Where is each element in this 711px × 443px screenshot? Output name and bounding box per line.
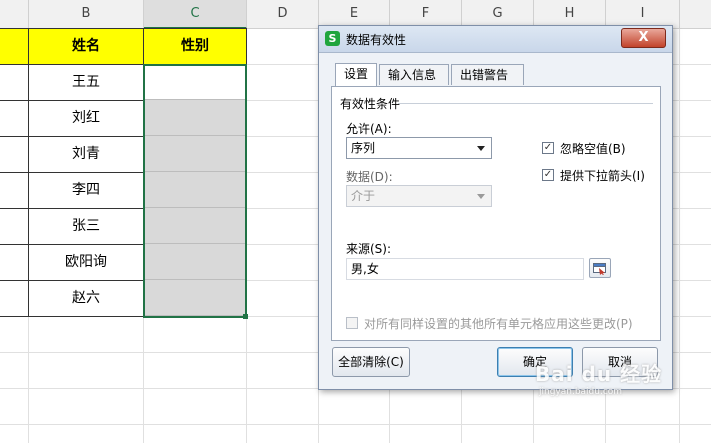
- tab-input-message[interactable]: 输入信息: [379, 64, 449, 85]
- cell-a-partial[interactable]: [0, 64, 29, 101]
- app-logo-icon: S: [325, 31, 340, 46]
- column-header-j-partial[interactable]: [680, 0, 711, 28]
- settings-panel: 有效性条件 允许(A): 序列 数据(D): 介于 ✓ 忽略空值(B) ✓ 提供…: [331, 86, 661, 341]
- watermark-url: jingyan.baidu.com: [539, 387, 623, 397]
- source-label: 来源(S):: [346, 242, 392, 256]
- column-header-c[interactable]: C: [144, 0, 247, 29]
- data-select-value: 介于: [351, 189, 376, 203]
- gridline: [679, 29, 680, 443]
- cell-a-partial[interactable]: [0, 100, 29, 137]
- column-header-e[interactable]: E: [319, 0, 390, 28]
- clear-all-button[interactable]: 全部清除(C): [332, 347, 410, 377]
- header-cell-name[interactable]: 姓名: [28, 28, 144, 65]
- dialog-titlebar[interactable]: S 数据有效性 X: [319, 26, 672, 53]
- in-cell-dropdown-label[interactable]: 提供下拉箭头(I): [560, 167, 645, 184]
- cell-a-partial[interactable]: [0, 244, 29, 281]
- name-cell[interactable]: 刘红: [28, 100, 144, 137]
- name-cell[interactable]: 王五: [28, 64, 144, 101]
- chevron-down-icon: [477, 146, 485, 151]
- allow-select-value: 序列: [351, 141, 376, 155]
- column-header-i[interactable]: I: [606, 0, 680, 28]
- header-cell-a-partial[interactable]: [0, 28, 29, 65]
- allow-label: 允许(A):: [346, 122, 392, 136]
- validation-criteria-title: 有效性条件: [340, 97, 401, 111]
- data-label: 数据(D):: [346, 170, 393, 184]
- name-cell[interactable]: 张三: [28, 208, 144, 245]
- name-cell[interactable]: 欧阳询: [28, 244, 144, 281]
- watermark: Bai du 经验 jingyan.baidu.com: [535, 358, 662, 397]
- apply-to-all-checkbox[interactable]: [346, 317, 358, 329]
- column-header-g[interactable]: G: [462, 0, 534, 28]
- name-cell[interactable]: 李四: [28, 172, 144, 209]
- ignore-blank-checkbox[interactable]: ✓: [542, 142, 554, 154]
- tab-error-alert[interactable]: 出错警告: [451, 64, 524, 85]
- data-select[interactable]: 介于: [346, 185, 492, 207]
- dialog-title: 数据有效性: [346, 33, 407, 47]
- cell-a-partial[interactable]: [0, 280, 29, 317]
- column-header-d[interactable]: D: [247, 0, 319, 28]
- apply-to-all-label[interactable]: 对所有同样设置的其他所有单元格应用这些更改(P): [364, 315, 633, 332]
- column-header-f[interactable]: F: [390, 0, 462, 28]
- cell-a-partial[interactable]: [0, 136, 29, 173]
- name-cell[interactable]: 赵六: [28, 280, 144, 317]
- name-cell[interactable]: 刘青: [28, 136, 144, 173]
- column-header-b[interactable]: B: [29, 0, 144, 28]
- source-input[interactable]: 男,女: [346, 258, 584, 280]
- fill-handle[interactable]: [243, 314, 248, 319]
- range-select-icon: [593, 263, 606, 275]
- close-button[interactable]: X: [621, 28, 666, 48]
- ignore-blank-label[interactable]: 忽略空值(B): [560, 140, 626, 157]
- range-picker-button[interactable]: [589, 258, 611, 278]
- column-header-h[interactable]: H: [534, 0, 606, 28]
- group-divider: [398, 103, 653, 104]
- data-validation-dialog: S 数据有效性 X 设置 输入信息 出错警告 有效性条件 允许(A): 序列 数…: [318, 25, 673, 390]
- cell-a-partial[interactable]: [0, 208, 29, 245]
- tab-settings[interactable]: 设置: [335, 63, 377, 86]
- selection-border: [143, 64, 247, 318]
- chevron-down-icon: [477, 194, 485, 199]
- column-header-a-partial[interactable]: [0, 0, 29, 28]
- allow-select[interactable]: 序列: [346, 137, 492, 159]
- header-cell-gender[interactable]: 性别: [143, 28, 247, 65]
- cell-a-partial[interactable]: [0, 172, 29, 209]
- in-cell-dropdown-checkbox[interactable]: ✓: [542, 169, 554, 181]
- watermark-brand: Bai du 经验: [535, 362, 663, 386]
